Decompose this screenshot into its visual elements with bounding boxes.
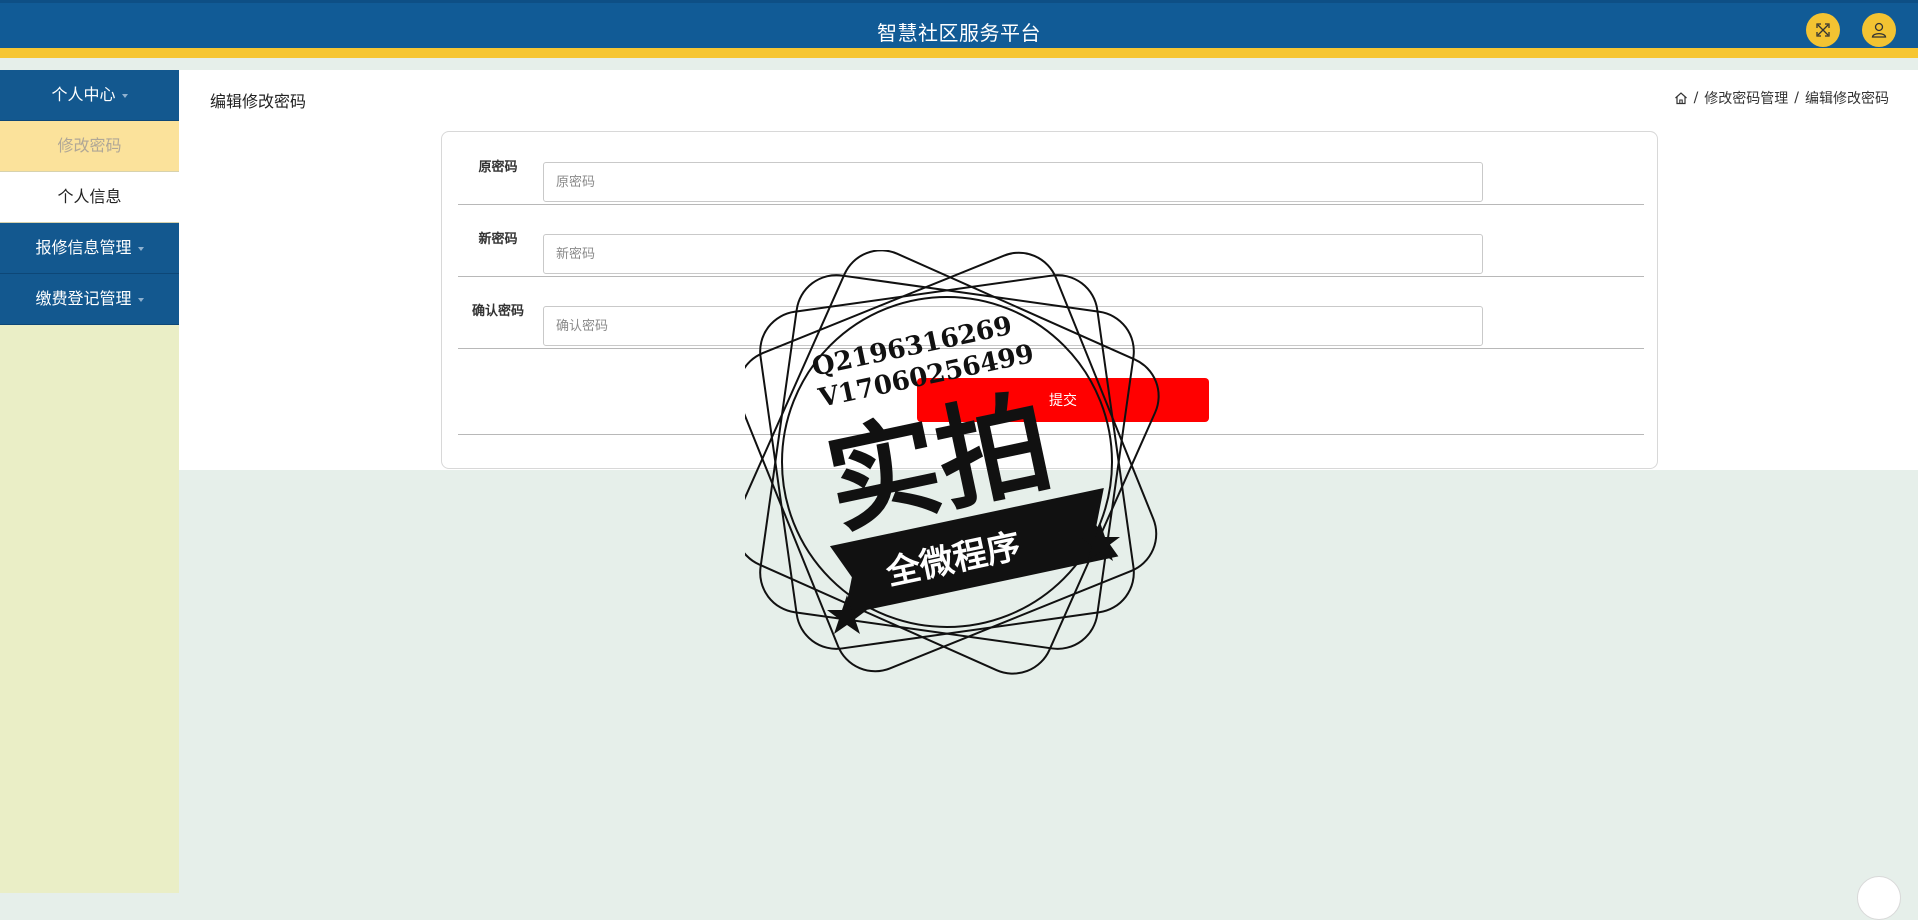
confirm-password-label: 确认密码 [471,304,524,319]
old-password-input[interactable] [543,162,1483,202]
submit-button[interactable]: 提交 [917,378,1209,422]
breadcrumb-item[interactable]: 修改密码管理 [1704,88,1788,108]
sidebar-item-label: 个人信息 [57,187,122,206]
sidebar-menu-personal-center[interactable]: 个人中心 [0,70,179,121]
sidebar-item-label: 修改密码 [57,136,122,155]
sidebar-menu-payment-management[interactable]: 缴费登记管理 [0,274,179,325]
breadcrumb: / 修改密码管理 / 编辑修改密码 [1674,88,1889,108]
new-password-label: 新密码 [478,232,518,247]
confirm-password-input[interactable] [543,306,1483,346]
watermark-ribbon-text: 全微程序 [882,526,1024,594]
sidebar: 个人中心 修改密码 个人信息 报修信息管理 缴费登记管理 [0,70,179,893]
form-row-old-password: 原密码 [458,132,1644,205]
breadcrumb-separator: / [1794,90,1799,106]
fullscreen-button[interactable] [1806,13,1840,47]
caret-down-icon [121,93,128,98]
sidebar-menu-label: 缴费登记管理 [35,289,132,308]
new-password-input[interactable] [543,234,1483,274]
form-row-confirm-password: 确认密码 [458,276,1644,349]
sidebar-menu-repair-management[interactable]: 报修信息管理 [0,223,179,274]
fullscreen-icon [1816,23,1830,37]
sidebar-menu-label: 个人中心 [51,85,116,104]
user-icon [1871,22,1887,38]
caret-down-icon [137,246,144,251]
form-row-submit: 提交 [458,358,1644,435]
home-icon[interactable] [1674,91,1688,105]
sidebar-menu-label: 报修信息管理 [35,238,132,257]
watermark-ribbon [829,487,1119,615]
sidebar-item-personal-info[interactable]: 个人信息 [0,172,179,223]
breadcrumb-item: 编辑修改密码 [1805,91,1889,107]
star-icon [1080,522,1120,561]
star-icon [827,595,867,634]
app-title: 智慧社区服务平台 [877,21,1041,45]
user-button[interactable] [1862,13,1896,47]
old-password-label: 原密码 [478,160,518,175]
form-row-new-password: 新密码 [458,204,1644,277]
breadcrumb-separator: / [1693,90,1699,106]
page-title: 编辑修改密码 [210,92,307,111]
top-header: 智慧社区服务平台 [0,0,1918,58]
back-to-top-button[interactable] [1857,876,1901,920]
caret-down-icon [137,297,144,302]
password-form: 原密码 新密码 确认密码 提交 [441,131,1658,469]
sidebar-item-change-password[interactable]: 修改密码 [0,121,179,172]
